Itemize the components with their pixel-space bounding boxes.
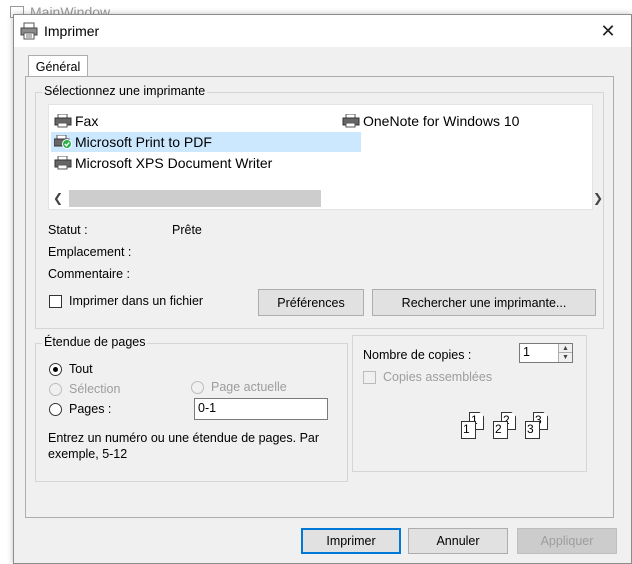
select-printer-group: Sélectionnez une imprimante Fax Microsof…: [35, 84, 604, 329]
printer-list[interactable]: Fax Microsoft Print to PDF Microsoft XPS…: [48, 104, 603, 210]
pages-label: Pages :: [69, 402, 112, 416]
collate-label: Copies assemblées: [383, 370, 493, 384]
spin-down-icon[interactable]: ▼: [559, 353, 572, 362]
spin-up-icon[interactable]: ▲: [559, 344, 572, 353]
comment-label: Commentaire :: [48, 267, 130, 281]
copies-spinner[interactable]: ▲ ▼: [558, 344, 572, 362]
pages-input[interactable]: 0-1: [194, 398, 328, 420]
printer-icon: [54, 156, 72, 170]
collate-checkbox: [363, 371, 376, 384]
printer-name: Microsoft XPS Document Writer: [75, 155, 273, 171]
printer-icon: [54, 114, 72, 128]
dialog-title: Imprimer: [44, 23, 100, 39]
printer-item-fax[interactable]: Fax: [51, 111, 361, 131]
printer-name: Fax: [75, 113, 99, 129]
copies-input[interactable]: 1 ▲ ▼: [519, 343, 573, 363]
page-icon: 1: [461, 421, 476, 439]
scroll-left-arrow-icon[interactable]: ❮: [53, 191, 63, 205]
printer-name: Microsoft Print to PDF: [75, 134, 212, 150]
printer-item-onenote-for-windows-10[interactable]: OneNote for Windows 10: [339, 111, 603, 131]
selection-radio: [49, 383, 62, 396]
all-pages-radio[interactable]: [49, 363, 62, 376]
horizontal-scrollbar-thumb[interactable]: [69, 190, 321, 207]
tab-general[interactable]: Général: [28, 55, 88, 77]
printer-item-microsoft-xps-document-writer[interactable]: Microsoft XPS Document Writer: [51, 153, 361, 173]
page-icon: 2: [493, 421, 508, 439]
apply-button: Appliquer: [517, 528, 617, 554]
scroll-right-arrow-icon[interactable]: ❯: [593, 191, 603, 205]
default-printer-icon: [54, 135, 72, 149]
radio-selected-dot: [53, 367, 58, 372]
current-page-radio: [191, 381, 204, 394]
page-range-help-text: Entrez un numéro ou une étendue de pages…: [48, 431, 320, 461]
close-icon: ✕: [600, 20, 616, 41]
print-button[interactable]: Imprimer: [301, 528, 401, 554]
close-button[interactable]: ✕: [586, 15, 630, 47]
page-range-group-label: Étendue de pages: [42, 335, 148, 349]
select-printer-group-label: Sélectionnez une imprimante: [42, 84, 208, 98]
page-range-group: Étendue de pages Tout Sélection Page act…: [35, 335, 348, 482]
number-of-copies-label: Nombre de copies :: [363, 348, 472, 362]
cancel-button[interactable]: Annuler: [408, 528, 508, 554]
collated-pages-icon: 1 1 2 2 3 3: [457, 412, 557, 444]
location-label: Emplacement :: [48, 245, 132, 259]
page-icon: 3: [525, 421, 540, 439]
copies-group: Nombre de copies : 1 ▲ ▼ Copies assemblé…: [352, 335, 587, 472]
printer-item-microsoft-print-to-pdf[interactable]: Microsoft Print to PDF: [51, 132, 361, 152]
selection-label: Sélection: [69, 382, 121, 396]
print-dialog: Imprimer ✕ Général Sélectionnez une impr…: [13, 14, 632, 564]
pages-radio[interactable]: [49, 403, 62, 416]
printer-icon: [20, 22, 38, 40]
preferences-button[interactable]: Préférences: [258, 289, 364, 316]
all-pages-label: Tout: [69, 362, 93, 376]
print-to-file-label: Imprimer dans un fichier: [69, 294, 204, 308]
printer-name: OneNote for Windows 10: [363, 113, 520, 129]
general-tab-panel: Sélectionnez une imprimante Fax Microsof…: [25, 76, 614, 518]
dialog-titlebar[interactable]: Imprimer ✕: [14, 15, 631, 47]
print-to-file-checkbox[interactable]: [49, 295, 62, 308]
find-printer-button[interactable]: Rechercher une imprimante...: [372, 289, 596, 316]
copies-value: 1: [523, 345, 530, 359]
status-label: Statut :: [48, 223, 88, 237]
status-value: Prête: [172, 223, 202, 237]
current-page-label: Page actuelle: [211, 380, 287, 394]
printer-icon: [342, 114, 360, 128]
